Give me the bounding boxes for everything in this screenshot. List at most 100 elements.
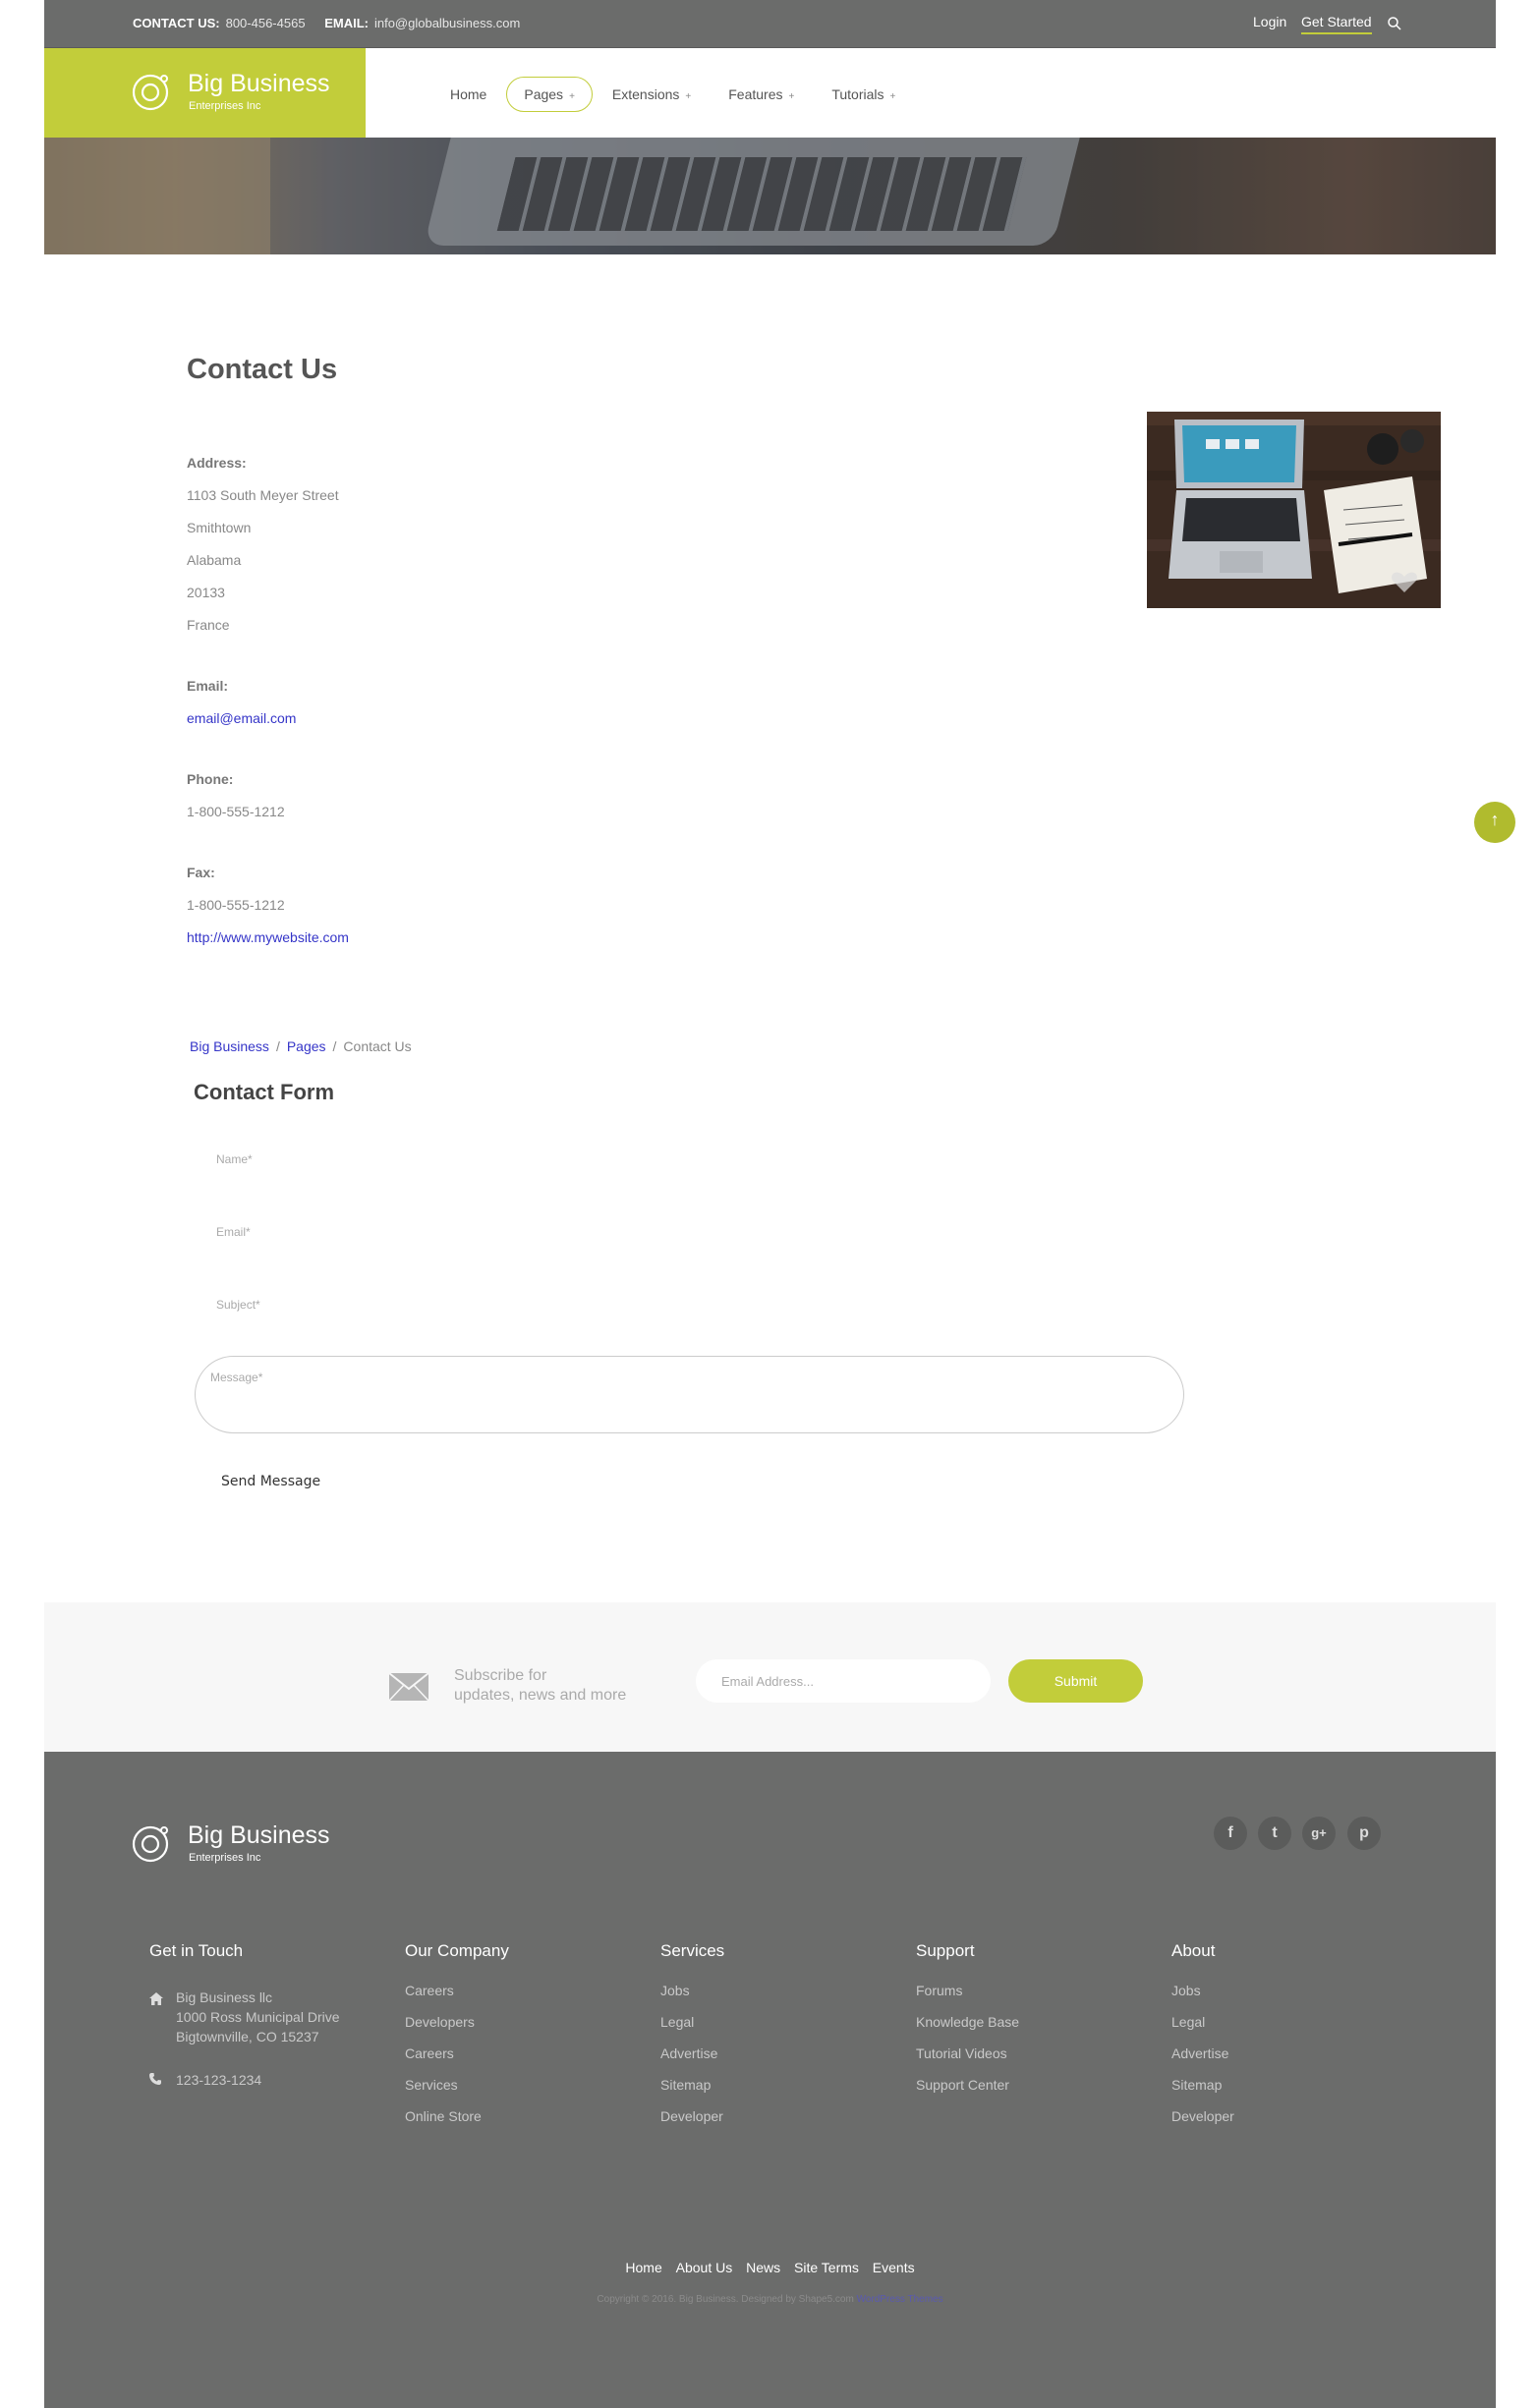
footer-brand-tagline: Enterprises Inc (189, 1852, 261, 1864)
footer-col-title: Support (916, 1941, 975, 1960)
footer-address-line: Bigtownville, CO 15237 (176, 2029, 319, 2044)
search-icon[interactable] (1387, 16, 1402, 31)
laptop-photo (1147, 412, 1441, 608)
page: CONTACT US: 800-456-4565 EMAIL: info@globa… (44, 0, 1496, 2408)
send-message-button[interactable]: Send Message (221, 1474, 320, 1489)
footer-link[interactable]: Developers (405, 2014, 509, 2045)
nav-extensions[interactable]: Extensions + (595, 77, 709, 112)
footer-link[interactable]: Legal (1171, 2014, 1234, 2045)
footer-bottom-nav: Home About Us News Site Terms Events (44, 2260, 1496, 2275)
breadcrumb-pages[interactable]: Pages (287, 1038, 326, 1054)
main-nav: Home Pages + Extensions + Features + Tutori… (432, 77, 915, 112)
footer-col-our-company: Our Company Careers Developers Careers S… (405, 1941, 509, 2140)
footer-link[interactable]: Advertise (1171, 2045, 1234, 2077)
logo-icon (132, 74, 169, 111)
nav-tutorials[interactable]: Tutorials + (814, 77, 913, 112)
back-to-top-button[interactable]: ↑ (1474, 802, 1515, 843)
footer-link[interactable]: Sitemap (1171, 2077, 1234, 2108)
subscribe-email-input[interactable] (696, 1659, 991, 1703)
plus-icon: + (569, 91, 575, 102)
email-label: Email: (187, 678, 229, 694)
footer-col-title: About (1171, 1941, 1216, 1960)
nav-label: Pages (524, 86, 564, 102)
bottom-nav-home[interactable]: Home (625, 2260, 661, 2275)
footer-link[interactable]: Careers (405, 1983, 509, 2014)
address-line: 20133 (187, 585, 225, 600)
footer-link[interactable]: Tutorial Videos (916, 2045, 1019, 2077)
envelope-icon (388, 1672, 429, 1702)
footer-address-line: Big Business llc (176, 1989, 273, 2005)
footer-col-title: Services (660, 1941, 725, 1960)
bottom-nav-site-terms[interactable]: Site Terms (794, 2260, 859, 2275)
footer-link[interactable]: Developer (660, 2108, 724, 2140)
footer-link[interactable]: Sitemap (660, 2077, 724, 2108)
fax-label: Fax: (187, 865, 215, 880)
plus-icon: + (685, 91, 692, 102)
theme-link[interactable]: WordPress Themes (857, 2294, 943, 2305)
name-field[interactable] (194, 1140, 1184, 1179)
pinterest-icon[interactable]: p (1347, 1817, 1381, 1850)
footer-address: Big Business llc 1000 Ross Municipal Dri… (176, 1988, 340, 2046)
login-link[interactable]: Login (1253, 14, 1286, 29)
address-line: France (187, 617, 230, 633)
nav-label: Home (450, 86, 487, 102)
nav-pages[interactable]: Pages + (506, 77, 593, 112)
footer-link[interactable]: Developer (1171, 2108, 1234, 2140)
arrow-up-icon: ↑ (1490, 810, 1500, 829)
footer-link[interactable]: Legal (660, 2014, 724, 2045)
logo-icon (132, 1825, 169, 1863)
subscribe-text: Subscribe for updates, news and more (454, 1666, 626, 1706)
bottom-nav-about[interactable]: About Us (676, 2260, 733, 2275)
breadcrumb-home[interactable]: Big Business (190, 1038, 269, 1054)
google-plus-icon[interactable]: g+ (1302, 1817, 1336, 1850)
bottom-nav-events[interactable]: Events (873, 2260, 915, 2275)
nav-home[interactable]: Home (432, 77, 504, 112)
footer-col-about: About Jobs Legal Advertise Sitemap Devel… (1171, 1941, 1234, 2140)
nav-features[interactable]: Features + (711, 77, 812, 112)
plus-icon: + (889, 91, 896, 102)
subject-field[interactable] (194, 1285, 1184, 1324)
fax-value: 1-800-555-1212 (187, 897, 285, 913)
logo[interactable]: Big Business Enterprises Inc (44, 48, 366, 138)
footer-link[interactable]: Online Store (405, 2108, 509, 2140)
breadcrumb-separator: / (332, 1038, 337, 1054)
form-title: Contact Form (194, 1080, 334, 1104)
copyright-text: Copyright © 2016. Big Business. Designed… (597, 2294, 854, 2305)
footer-col-services: Services Jobs Legal Advertise Sitemap De… (660, 1941, 724, 2140)
breadcrumb-current: Contact Us (343, 1038, 412, 1054)
website-link[interactable]: http://www.mywebsite.com (187, 929, 349, 945)
footer-phone: 123-123-1234 (176, 2072, 262, 2088)
contact-info: Address: 1103 South Meyer Street Smithto… (187, 447, 349, 954)
contact-phone: 800-456-4565 (225, 16, 306, 30)
message-field[interactable] (195, 1356, 1184, 1433)
footer-link[interactable]: Advertise (660, 2045, 724, 2077)
get-started-link[interactable]: Get Started (1301, 14, 1372, 34)
footer-link[interactable]: Forums (916, 1983, 1019, 2014)
copyright: Copyright © 2016. Big Business. Designed… (44, 2294, 1496, 2305)
footer-link[interactable]: Support Center (916, 2077, 1019, 2108)
subscribe-bar: Subscribe for updates, news and more Sub… (44, 1602, 1496, 1752)
brand-tagline: Enterprises Inc (189, 100, 261, 112)
footer: Big Business Enterprises Inc f t g+ p Ge… (44, 1752, 1496, 2408)
footer-col-title: Our Company (405, 1941, 509, 1960)
email-field[interactable] (194, 1212, 1184, 1252)
breadcrumb: Big Business / Pages / Contact Us (190, 1038, 412, 1054)
bottom-nav-news[interactable]: News (746, 2260, 780, 2275)
footer-link[interactable]: Jobs (1171, 1983, 1234, 2014)
footer-link[interactable]: Careers (405, 2045, 509, 2077)
subscribe-submit-button[interactable]: Submit (1008, 1659, 1143, 1703)
footer-link[interactable]: Knowledge Base (916, 2014, 1019, 2045)
twitter-icon[interactable]: t (1258, 1817, 1291, 1850)
hero-overlay (44, 138, 1496, 254)
email-link[interactable]: email@email.com (187, 710, 296, 726)
footer-link[interactable]: Services (405, 2077, 509, 2108)
address-line: 1103 South Meyer Street (187, 487, 339, 503)
home-icon (149, 1992, 163, 2005)
plus-icon: + (788, 91, 795, 102)
footer-link[interactable]: Jobs (660, 1983, 724, 2014)
address-line: Smithtown (187, 520, 252, 535)
top-contact: CONTACT US: 800-456-4565 EMAIL: info@globa… (133, 16, 536, 30)
address-line: Alabama (187, 552, 242, 568)
facebook-icon[interactable]: f (1214, 1817, 1247, 1850)
nav-label: Extensions (611, 86, 680, 102)
